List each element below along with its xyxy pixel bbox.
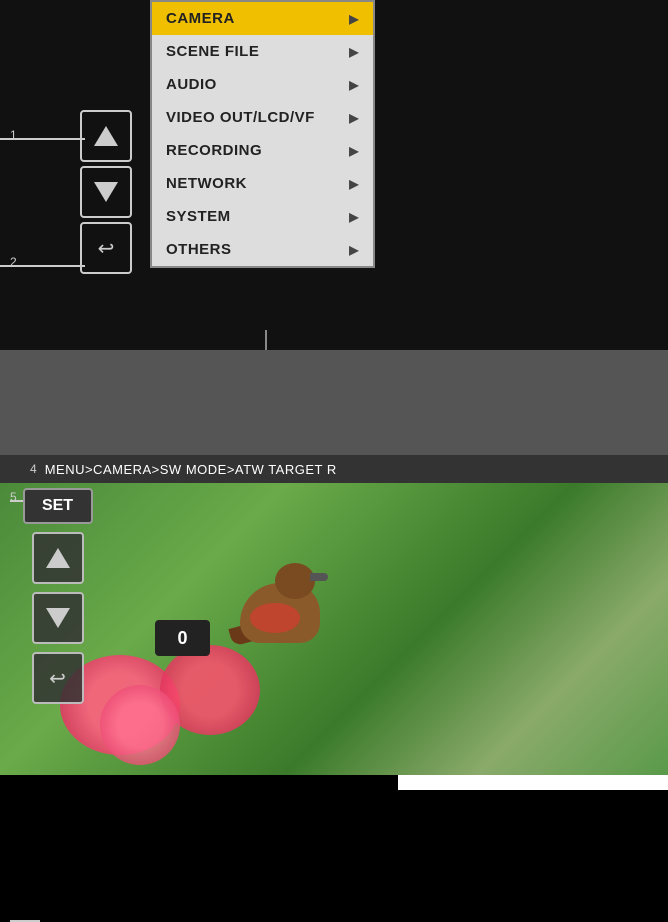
menu-item-video-out[interactable]: VIDEO OUT/LCD/VF ▶: [152, 101, 373, 134]
set-button[interactable]: SET: [23, 488, 93, 524]
label-1: 1: [10, 128, 17, 142]
return-icon-top: ↩: [98, 236, 115, 261]
menu-arrow-system: ▶: [349, 210, 359, 224]
menu-arrow-recording: ▶: [349, 144, 359, 158]
menu-item-audio[interactable]: AUDIO ▶: [152, 68, 373, 101]
main-menu: CAMERA ▶ SCENE FILE ▶ AUDIO ▶ VIDEO OUT/…: [150, 0, 375, 268]
menu-item-camera[interactable]: CAMERA ▶: [152, 2, 373, 35]
middle-section: [0, 350, 668, 460]
up-arrow-icon-bottom: [46, 548, 70, 568]
menu-item-system-label: SYSTEM: [166, 208, 231, 225]
bird-head: [275, 563, 315, 599]
value-display: 0: [155, 620, 210, 656]
return-button-bottom[interactable]: ↩: [32, 652, 84, 704]
left-control-panel: ↩: [80, 110, 140, 274]
menu-arrow-audio: ▶: [349, 78, 359, 92]
label-2: 2: [10, 255, 17, 269]
bottom-control-panel: SET ↩: [0, 483, 155, 775]
menu-item-network[interactable]: NETWORK ▶: [152, 167, 373, 200]
menu-item-network-label: NETWORK: [166, 175, 247, 192]
bird-breast: [250, 603, 300, 633]
menu-item-audio-label: AUDIO: [166, 76, 217, 93]
menu-item-scene-file-label: SCENE FILE: [166, 43, 259, 60]
up-button-top[interactable]: [80, 110, 132, 162]
set-button-label: SET: [42, 497, 73, 515]
up-arrow-icon: [94, 126, 118, 146]
breadcrumb-bar: 4 MENU>CAMERA>SW MODE>ATW TARGET R: [0, 455, 668, 483]
menu-arrow-scene: ▶: [349, 45, 359, 59]
menu-arrow-camera: ▶: [349, 12, 359, 26]
return-icon-bottom: ↩: [49, 666, 66, 691]
down-arrow-icon-bottom: [46, 608, 70, 628]
value-text: 0: [177, 628, 187, 649]
menu-item-scene-file[interactable]: SCENE FILE ▶: [152, 35, 373, 68]
menu-item-recording[interactable]: RECORDING ▶: [152, 134, 373, 167]
menu-item-others[interactable]: OTHERS ▶: [152, 233, 373, 266]
menu-item-camera-label: CAMERA: [166, 10, 235, 27]
down-button-top[interactable]: [80, 166, 132, 218]
breadcrumb-path: MENU>CAMERA>SW MODE>ATW TARGET R: [45, 462, 337, 477]
menu-arrow-others: ▶: [349, 243, 359, 257]
return-button-top[interactable]: ↩: [80, 222, 132, 274]
menu-item-recording-label: RECORDING: [166, 142, 262, 159]
bird-subject: [220, 543, 340, 673]
down-arrow-icon: [94, 182, 118, 202]
menu-arrow-network: ▶: [349, 177, 359, 191]
menu-item-others-label: OTHERS: [166, 241, 232, 258]
viewfinder-top: 1 2 ↩ CAMERA ▶ SCENE FILE ▶ AUDIO ▶ VIDE…: [0, 0, 668, 350]
menu-arrow-video: ▶: [349, 111, 359, 125]
up-button-bottom[interactable]: [32, 532, 84, 584]
down-button-bottom[interactable]: [32, 592, 84, 644]
breadcrumb-num-label: 4: [30, 462, 37, 476]
menu-item-video-out-label: VIDEO OUT/LCD/VF: [166, 109, 315, 126]
bird-beak: [310, 573, 328, 581]
menu-item-system[interactable]: SYSTEM ▶: [152, 200, 373, 233]
